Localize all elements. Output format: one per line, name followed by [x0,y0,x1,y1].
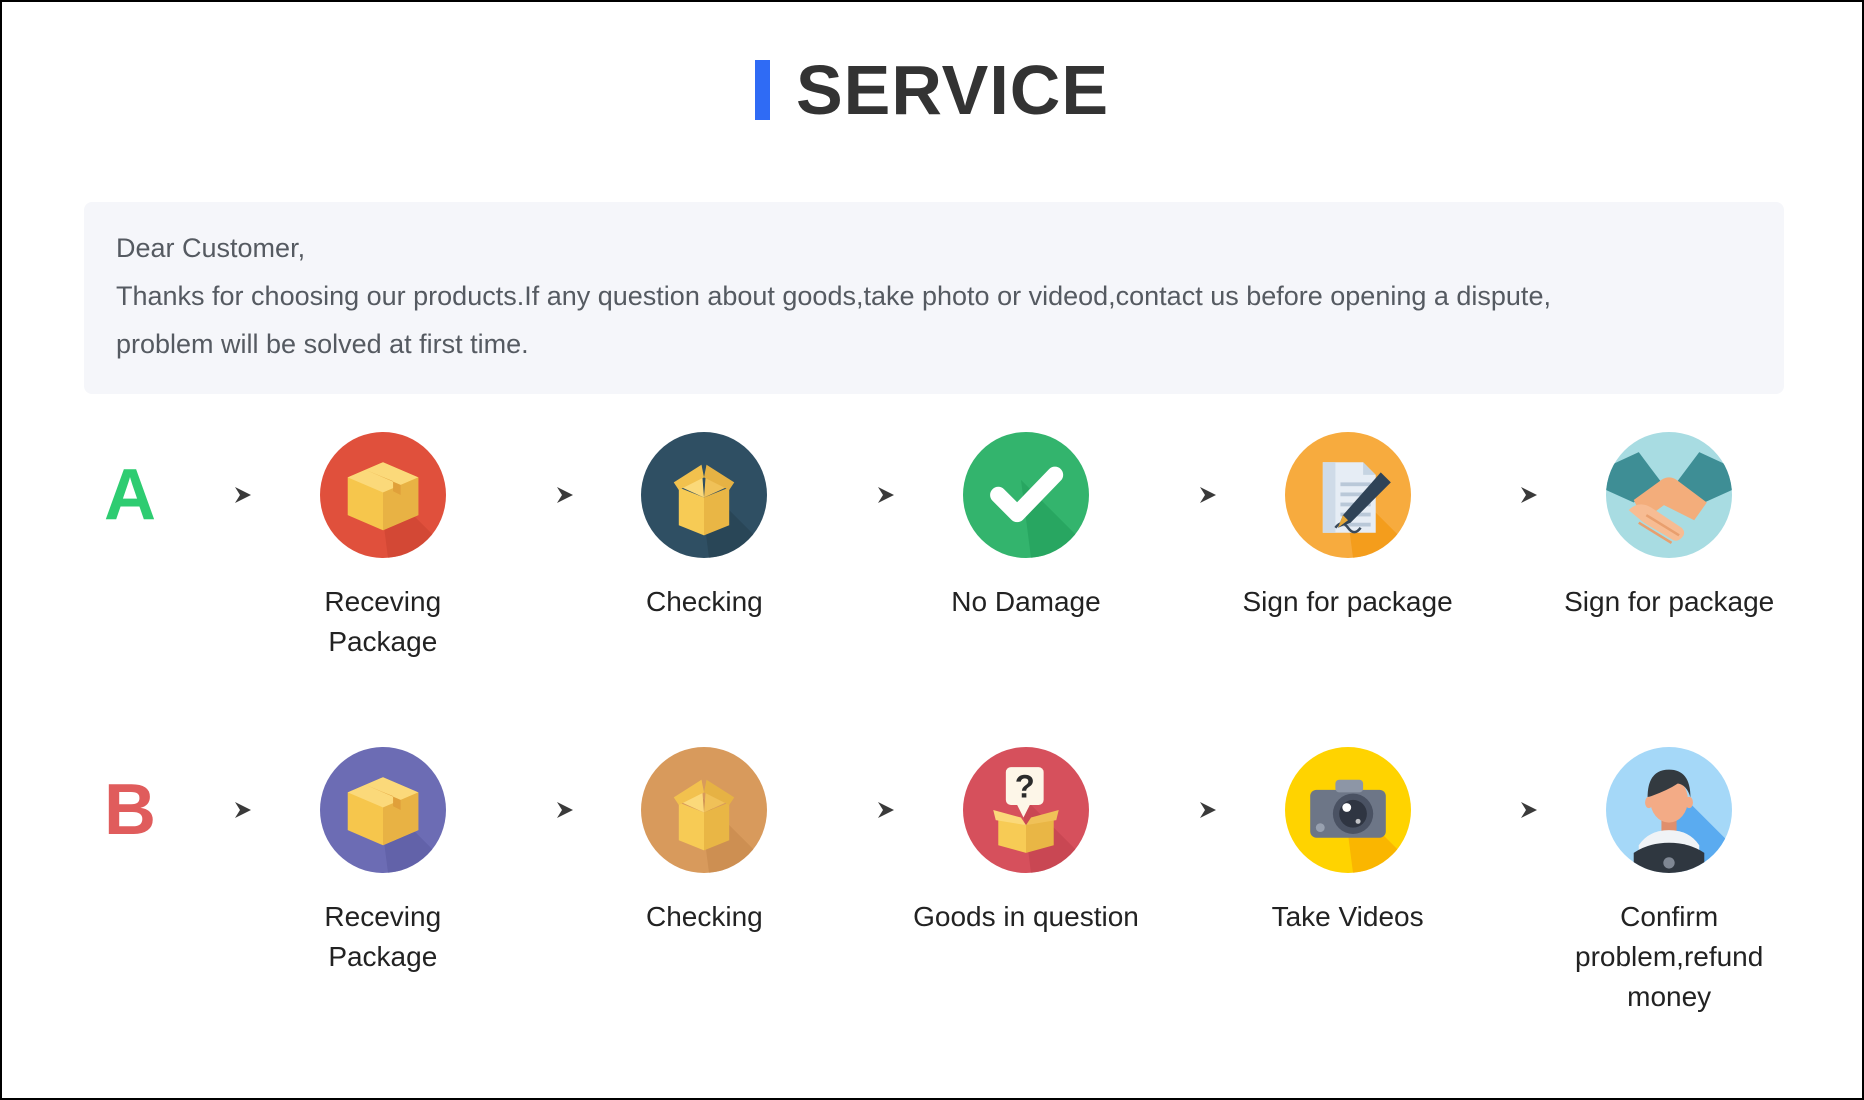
page-title: SERVICE [2,48,1862,132]
flow-step[interactable]: Take Videos [1233,747,1463,937]
open-box-icon [641,747,768,873]
arrow-right-icon [176,759,268,861]
flow-step-label: No Damage [951,586,1101,617]
arrow-right-icon [1141,759,1233,861]
flow-step[interactable]: Receving Package [268,747,498,977]
title-accent-bar [754,60,770,120]
flow-step[interactable]: No Damage [911,432,1141,622]
flow-step-label: Receving Package [324,586,442,657]
arrow-right-icon [498,444,590,546]
flow-step-label: Goods in question [913,901,1139,932]
notice-line-2: Thanks for choosing our products.If any … [116,281,1551,311]
notice-line-3: problem will be solved at first time. [116,329,529,359]
flow-step[interactable]: Checking [590,747,820,937]
page-title-text: SERVICE [795,51,1110,129]
flow-step-label: Checking [646,586,763,617]
svg-text:?: ? [1015,767,1035,804]
question-box-icon: ? [962,747,1089,873]
handshake-icon [1606,432,1733,558]
arrow-right-icon [819,444,911,546]
flow-step[interactable]: Receving Package [268,432,498,662]
flow-step[interactable]: Sign for package [1554,432,1784,622]
flow-step[interactable]: Sign for package [1233,432,1463,622]
flow-step-label: Confirm problem,refund money [1575,901,1764,1012]
flow-step-label: Sign for package [1242,586,1453,617]
document-pen-icon [1284,432,1411,558]
support-person-icon [1606,747,1733,873]
flow-row-a: A Receving Package Checking No Damage Sign f… [84,432,1784,662]
arrow-right-icon [1462,444,1554,546]
camera-icon [1284,747,1411,873]
flow-step[interactable]: Confirm problem,refund money [1554,747,1784,1017]
flow-badge-b: B [104,770,156,850]
arrow-right-icon [1141,444,1233,546]
flow-badge-a: A [104,455,156,535]
flow-step-label: Receving Package [324,901,442,972]
customer-notice-box: Dear Customer, Thanks for choosing our p… [84,202,1784,394]
flow-step-label: Take Videos [1271,901,1424,932]
flow-step[interactable]: Checking [590,432,820,622]
arrow-right-icon [176,444,268,546]
package-box-icon [319,747,446,873]
arrow-right-icon [498,759,590,861]
flow-row-b: B Receving Package Checking? Goods in quest… [84,747,1784,1017]
notice-line-1: Dear Customer, [116,233,306,263]
flow-step-label: Checking [646,901,763,932]
check-mark-icon [962,432,1089,558]
arrow-right-icon [1462,759,1554,861]
arrow-right-icon [819,759,911,861]
service-page: SERVICE Dear Customer, Thanks for choosi… [0,0,1864,1100]
flow-step[interactable]: ? Goods in question [911,747,1141,937]
open-box-icon [641,432,768,558]
flow-step-label: Sign for package [1564,586,1775,617]
package-box-icon [319,432,446,558]
